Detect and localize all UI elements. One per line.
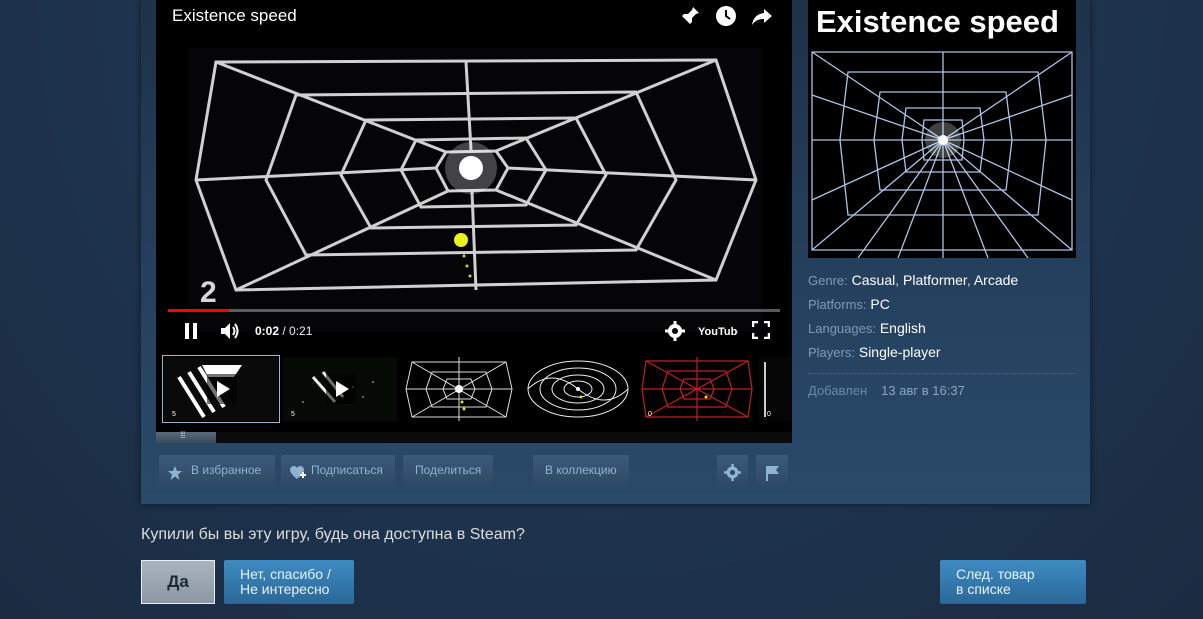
platforms-key: Platforms: (808, 297, 867, 312)
video-title[interactable]: Existence speed (172, 6, 297, 26)
thumbnail-scrollbar-handle[interactable] (156, 430, 216, 443)
languages-key: Languages: (808, 321, 876, 336)
players-value: Single-player (858, 344, 941, 360)
volume-icon[interactable] (220, 321, 242, 346)
play-icon (326, 374, 356, 404)
play-icon (207, 374, 237, 404)
no-thanks-line1: Нет, спасибо / (240, 566, 331, 582)
thumbnail-number: 5 (291, 411, 295, 418)
video-progress-bar[interactable] (168, 309, 780, 312)
gear-icon (724, 462, 741, 492)
share-icon[interactable] (750, 4, 774, 28)
video-controls: 0:02 / 0:21 YouTube (156, 316, 792, 346)
capsule-title: Existence speed (816, 4, 1059, 39)
report-button[interactable] (756, 455, 788, 485)
thumbnail-number: 5 (172, 411, 176, 418)
subscribe-label: Подписаться (311, 463, 383, 477)
pause-icon[interactable] (184, 322, 198, 345)
genre-separator: , (895, 272, 900, 288)
youtube-label: YouTube (698, 326, 738, 338)
added-key: Добавлен (808, 383, 868, 398)
thumbnail-screenshot-3[interactable]: 0 (640, 357, 754, 421)
video-top-actions (678, 4, 774, 28)
next-line2: в списке (956, 581, 1011, 597)
genre-key: Genre: (808, 273, 848, 288)
no-thanks-line2: Не интересно (240, 581, 330, 597)
video-player[interactable]: Existence speed 2 0:02 / 0:21 YouTube (156, 0, 792, 348)
genre-separator: , (966, 272, 971, 288)
next-in-queue-button[interactable]: След. товар в списке (940, 560, 1086, 604)
collection-label: В коллекцию (545, 463, 617, 477)
thumbnail-video-2[interactable]: 5 (283, 357, 397, 421)
video-progress-fill (168, 309, 230, 312)
yes-button[interactable]: Да (141, 560, 215, 604)
video-frame (188, 48, 762, 332)
subscribe-button[interactable]: Подписаться (281, 455, 395, 485)
added-row: Добавлен 13 авг в 16:37 (808, 383, 965, 398)
purchase-question: Купили бы вы эту игру, будь она доступна… (141, 526, 525, 543)
star-icon (167, 462, 183, 492)
genre-row: Genre: Casual, Platformer, Arcade (808, 272, 1018, 288)
platforms-value: PC (870, 296, 890, 312)
youtube-logo[interactable]: YouTube (698, 322, 743, 345)
languages-row: Languages: English (808, 320, 926, 336)
clock-icon[interactable] (714, 4, 738, 28)
thumbnail-video-1[interactable]: 5 (162, 355, 280, 423)
thumbnail-number: 0 (767, 411, 771, 418)
settings-button[interactable] (717, 455, 748, 485)
favorite-button[interactable]: В избранное (159, 455, 275, 485)
platforms-row: Platforms: PC (808, 296, 890, 312)
thumbnail-screenshot-4[interactable]: 0 (759, 357, 792, 421)
fullscreen-icon[interactable] (751, 320, 771, 344)
details-divider (808, 373, 1076, 374)
heart-plus-icon (289, 462, 307, 492)
thumbnail-number: 0 (648, 411, 652, 418)
time-current: 0:02 (255, 324, 280, 338)
languages-value: English (879, 320, 926, 336)
flag-icon (765, 462, 780, 492)
share-button[interactable]: Поделиться (403, 455, 493, 485)
thumbnail-scrollbar[interactable] (156, 430, 792, 443)
genre-link-arcade[interactable]: Arcade (974, 272, 1018, 288)
thumbnail-screenshot-2[interactable] (521, 357, 635, 421)
pin-icon[interactable] (678, 4, 702, 28)
added-date: 13 авг в 16:37 (881, 383, 965, 398)
time-total: 0:21 (289, 324, 313, 338)
players-key: Players: (808, 345, 855, 360)
video-counter: 2 (200, 276, 217, 309)
time-separator: / (279, 324, 290, 338)
favorite-label: В избранное (191, 463, 262, 477)
next-line1: След. товар (956, 566, 1035, 582)
genre-link-platformer[interactable]: Platformer (903, 272, 967, 288)
genre-link-casual[interactable]: Casual (852, 272, 896, 288)
add-to-collection-button[interactable]: В коллекцию (533, 455, 629, 485)
players-row: Players: Single-player (808, 344, 941, 360)
thumbnail-screenshot-1[interactable] (402, 357, 516, 421)
video-time: 0:02 / 0:21 (255, 324, 312, 338)
media-thumbnail-strip: 5 5 0 0 (156, 348, 792, 443)
game-capsule-image: Existence speed (808, 0, 1076, 258)
share-label: Поделиться (415, 463, 482, 477)
settings-gear-icon[interactable] (665, 321, 685, 346)
no-thanks-button[interactable]: Нет, спасибо / Не интересно (224, 560, 354, 604)
